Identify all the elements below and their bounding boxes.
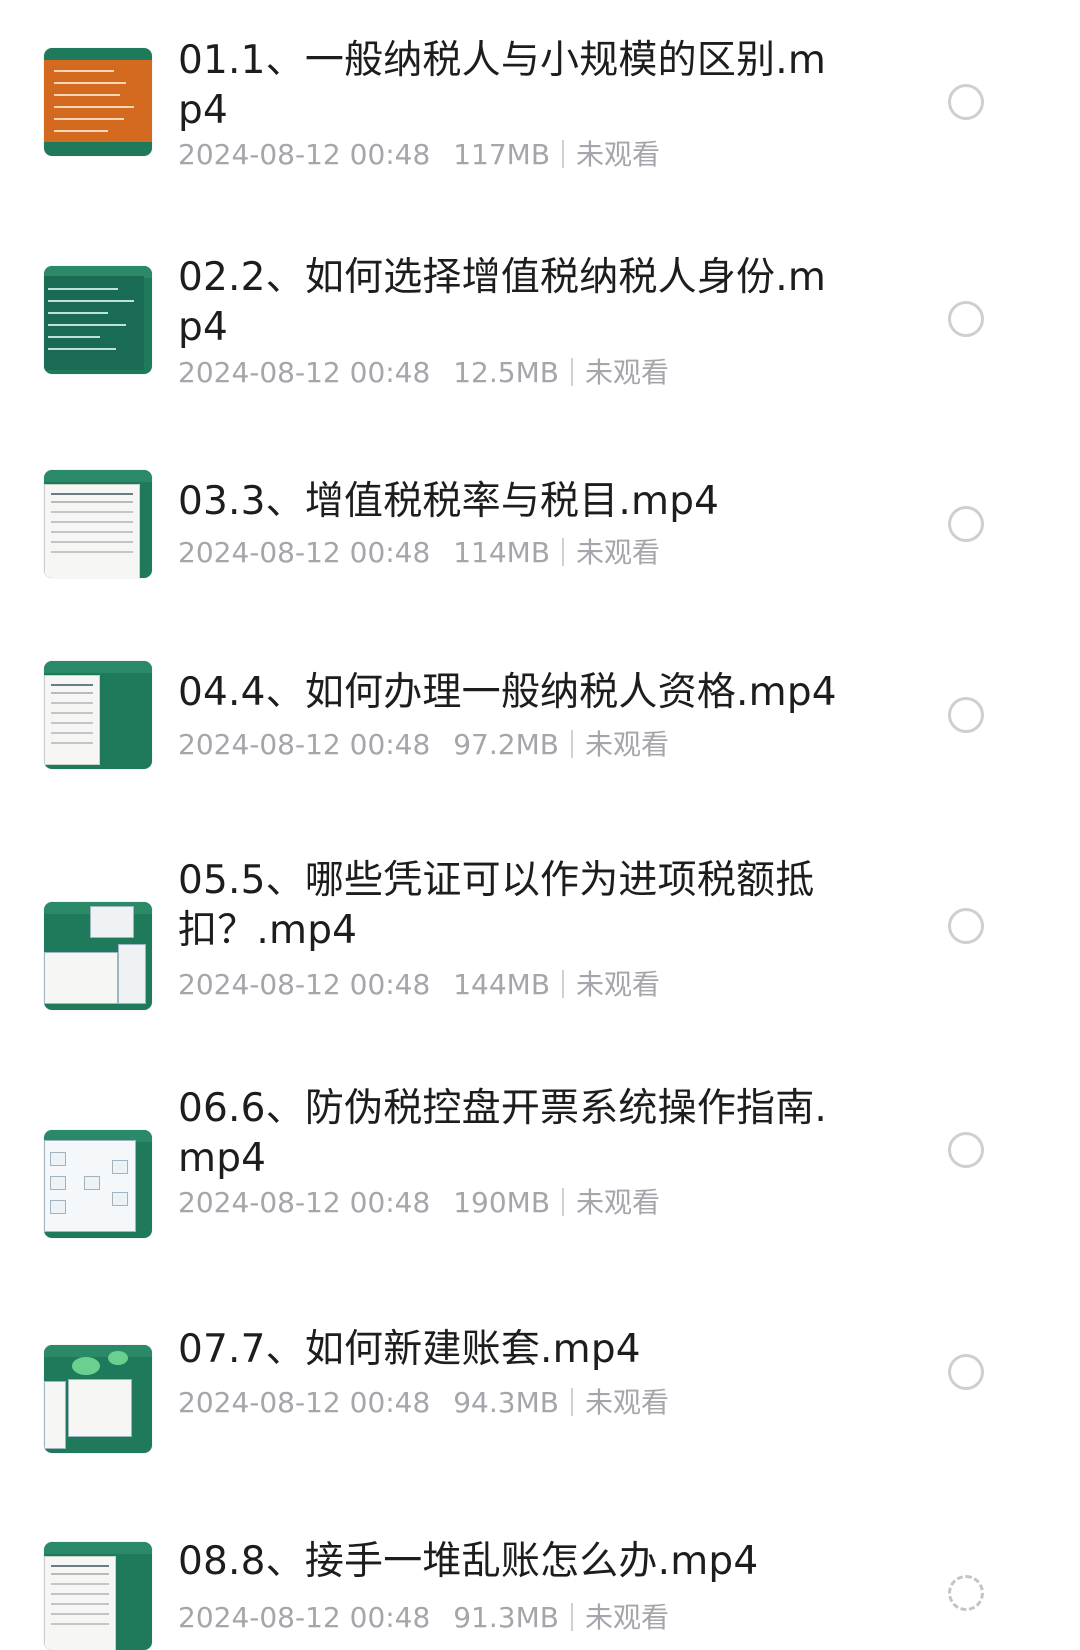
radio-circle-icon[interactable] xyxy=(948,84,984,120)
video-thumbnail[interactable] xyxy=(44,1345,152,1453)
file-size: 91.3MB xyxy=(453,1601,559,1634)
watch-status: 未观看 xyxy=(584,728,669,761)
watch-status: 未观看 xyxy=(576,138,661,171)
watch-status: 未观看 xyxy=(576,968,661,1001)
radio-circle-icon[interactable] xyxy=(948,1354,984,1390)
file-size: 12.5MB xyxy=(453,356,559,389)
file-title[interactable]: 04.4、如何办理一般纳税人资格.mp4 xyxy=(178,668,846,718)
video-thumbnail[interactable] xyxy=(44,1542,152,1650)
file-date: 2024-08-12 00:48 xyxy=(178,968,431,1001)
file-date: 2024-08-12 00:48 xyxy=(178,356,431,389)
list-item[interactable]: 06.6、防伪税控盘开票系统操作指南.mp4 2024-08-12 00:48 … xyxy=(0,1050,1080,1280)
list-item[interactable]: 02.2、如何选择增值税纳税人身份.mp4 2024-08-12 00:48 1… xyxy=(0,215,1080,430)
file-date: 2024-08-12 00:48 xyxy=(178,138,431,171)
meta-divider xyxy=(562,1188,565,1216)
video-thumbnail[interactable] xyxy=(44,266,152,374)
video-thumbnail[interactable] xyxy=(44,470,152,578)
file-title[interactable]: 08.8、接手一堆乱账怎么办.mp4 xyxy=(178,1537,846,1587)
file-size: 144MB xyxy=(453,968,551,1001)
list-item[interactable]: 03.3、增值税税率与税目.mp4 2024-08-12 00:48 114MB… xyxy=(0,430,1080,625)
file-meta: 2024-08-12 00:48 91.3MB 未观看 xyxy=(178,1601,669,1635)
list-item[interactable]: 07.7、如何新建账套.mp4 2024-08-12 00:48 94.3MB 未… xyxy=(0,1280,1080,1485)
list-item[interactable]: 08.8、接手一堆乱账怎么办.mp4 2024-08-12 00:48 91.3… xyxy=(0,1485,1080,1650)
meta-divider xyxy=(570,1388,573,1416)
file-title[interactable]: 03.3、增值税税率与税目.mp4 xyxy=(178,477,846,527)
meta-divider xyxy=(562,538,565,566)
watch-status: 未观看 xyxy=(584,1386,669,1419)
file-title[interactable]: 07.7、如何新建账套.mp4 xyxy=(178,1325,846,1375)
file-meta: 2024-08-12 00:48 97.2MB 未观看 xyxy=(178,728,669,762)
meta-divider xyxy=(562,140,565,168)
file-size: 117MB xyxy=(453,138,551,171)
list-item[interactable]: 01.1、一般纳税人与小规模的区别.mp4 2024-08-12 00:48 1… xyxy=(0,0,1080,215)
file-meta: 2024-08-12 00:48 94.3MB 未观看 xyxy=(178,1386,669,1420)
radio-circle-icon[interactable] xyxy=(948,506,984,542)
video-thumbnail[interactable] xyxy=(44,902,152,1010)
video-thumbnail[interactable] xyxy=(44,48,152,156)
file-title[interactable]: 05.5、哪些凭证可以作为进项税额抵扣？.mp4 xyxy=(178,856,846,956)
file-title[interactable]: 01.1、一般纳税人与小规模的区别.mp4 xyxy=(178,36,846,136)
radio-circle-icon[interactable] xyxy=(948,697,984,733)
list-item[interactable]: 05.5、哪些凭证可以作为进项税额抵扣？.mp4 2024-08-12 00:4… xyxy=(0,820,1080,1050)
meta-divider xyxy=(570,358,573,386)
file-size: 97.2MB xyxy=(453,728,559,761)
file-date: 2024-08-12 00:48 xyxy=(178,1386,431,1419)
video-thumbnail[interactable] xyxy=(44,661,152,769)
watch-status: 未观看 xyxy=(584,1601,669,1634)
watch-status: 未观看 xyxy=(576,536,661,569)
file-date: 2024-08-12 00:48 xyxy=(178,1601,431,1634)
file-date: 2024-08-12 00:48 xyxy=(178,536,431,569)
meta-divider xyxy=(570,730,573,758)
file-meta: 2024-08-12 00:48 190MB 未观看 xyxy=(178,1186,660,1220)
file-title[interactable]: 02.2、如何选择增值税纳税人身份.mp4 xyxy=(178,253,846,353)
file-size: 190MB xyxy=(453,1186,551,1219)
file-size: 94.3MB xyxy=(453,1386,559,1419)
meta-divider xyxy=(570,1603,573,1631)
file-size: 114MB xyxy=(453,536,551,569)
file-meta: 2024-08-12 00:48 114MB 未观看 xyxy=(178,536,660,570)
watch-status: 未观看 xyxy=(584,356,669,389)
file-date: 2024-08-12 00:48 xyxy=(178,1186,431,1219)
file-title[interactable]: 06.6、防伪税控盘开票系统操作指南.mp4 xyxy=(178,1084,846,1184)
file-meta: 2024-08-12 00:48 144MB 未观看 xyxy=(178,968,660,1002)
meta-divider xyxy=(562,970,565,998)
file-meta: 2024-08-12 00:48 117MB 未观看 xyxy=(178,138,660,172)
radio-circle-icon[interactable] xyxy=(948,1575,984,1611)
file-date: 2024-08-12 00:48 xyxy=(178,728,431,761)
radio-circle-icon[interactable] xyxy=(948,908,984,944)
file-meta: 2024-08-12 00:48 12.5MB 未观看 xyxy=(178,356,669,390)
radio-circle-icon[interactable] xyxy=(948,301,984,337)
video-thumbnail[interactable] xyxy=(44,1130,152,1238)
watch-status: 未观看 xyxy=(576,1186,661,1219)
radio-circle-icon[interactable] xyxy=(948,1132,984,1168)
list-item[interactable]: 04.4、如何办理一般纳税人资格.mp4 2024-08-12 00:48 97… xyxy=(0,625,1080,820)
